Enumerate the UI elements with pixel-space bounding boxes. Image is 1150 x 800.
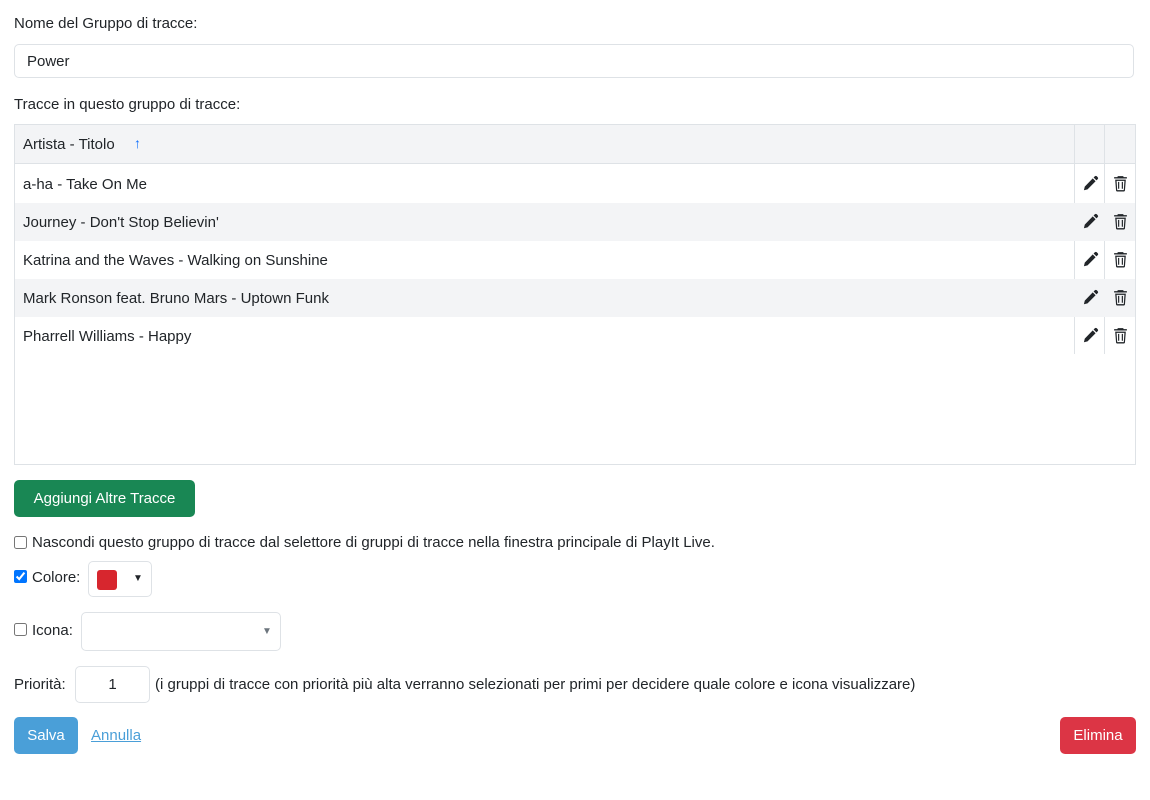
chevron-down-icon: ▼: [133, 573, 143, 584]
track-title: a-ha - Take On Me: [23, 176, 147, 193]
sort-ascending-icon[interactable]: ↑: [134, 135, 141, 151]
trash-icon[interactable]: [1105, 165, 1135, 203]
track-title: Journey - Don't Stop Believin': [23, 214, 219, 231]
color-swatch: [97, 570, 117, 590]
tracks-label: Tracce in questo gruppo di tracce:: [14, 96, 241, 113]
tracks-table: Artista - Titolo ↑ a-ha - Take On Me Jour…: [14, 124, 1136, 465]
column-header-artist-title[interactable]: Artista - Titolo: [23, 136, 115, 153]
trash-icon[interactable]: [1105, 317, 1135, 355]
edit-icon[interactable]: [1075, 317, 1105, 355]
table-row[interactable]: Mark Ronson feat. Bruno Mars - Uptown Fu…: [15, 279, 1135, 317]
table-row[interactable]: Pharrell Williams - Happy: [15, 317, 1135, 355]
group-name-label: Nome del Gruppo di tracce:: [14, 15, 198, 32]
edit-icon[interactable]: [1075, 203, 1105, 241]
icon-select[interactable]: ▼: [81, 612, 281, 651]
priority-input[interactable]: [75, 666, 150, 703]
icon-checkbox[interactable]: [14, 623, 27, 636]
trash-icon[interactable]: [1105, 279, 1135, 317]
edit-icon[interactable]: [1075, 279, 1105, 317]
icon-label: Icona:: [32, 622, 73, 639]
save-button[interactable]: Salva: [14, 717, 78, 754]
table-row[interactable]: Journey - Don't Stop Believin': [15, 203, 1135, 241]
color-checkbox[interactable]: [14, 570, 27, 583]
add-tracks-button[interactable]: Aggiungi Altre Tracce: [14, 480, 195, 517]
edit-icon[interactable]: [1075, 241, 1105, 279]
table-row[interactable]: Katrina and the Waves - Walking on Sunsh…: [15, 241, 1135, 279]
table-header: Artista - Titolo ↑: [15, 125, 1135, 164]
track-title: Katrina and the Waves - Walking on Sunsh…: [23, 252, 328, 269]
edit-icon[interactable]: [1075, 165, 1105, 203]
priority-hint: (i gruppi di tracce con priorità più alt…: [155, 676, 916, 693]
cancel-link[interactable]: Annulla: [91, 727, 141, 744]
hide-group-label: Nascondi questo gruppo di tracce dal sel…: [32, 534, 715, 551]
color-label: Colore:: [32, 569, 81, 586]
delete-button[interactable]: Elimina: [1060, 717, 1136, 754]
group-name-input[interactable]: [14, 44, 1134, 78]
trash-icon[interactable]: [1105, 241, 1135, 279]
table-row[interactable]: a-ha - Take On Me: [15, 165, 1135, 203]
color-picker[interactable]: ▼: [88, 561, 152, 597]
track-title: Pharrell Williams - Happy: [23, 328, 192, 345]
chevron-down-icon: ▼: [262, 626, 272, 637]
track-title: Mark Ronson feat. Bruno Mars - Uptown Fu…: [23, 290, 329, 307]
trash-icon[interactable]: [1105, 203, 1135, 241]
hide-group-checkbox[interactable]: [14, 536, 27, 549]
priority-label: Priorità:: [14, 676, 66, 693]
